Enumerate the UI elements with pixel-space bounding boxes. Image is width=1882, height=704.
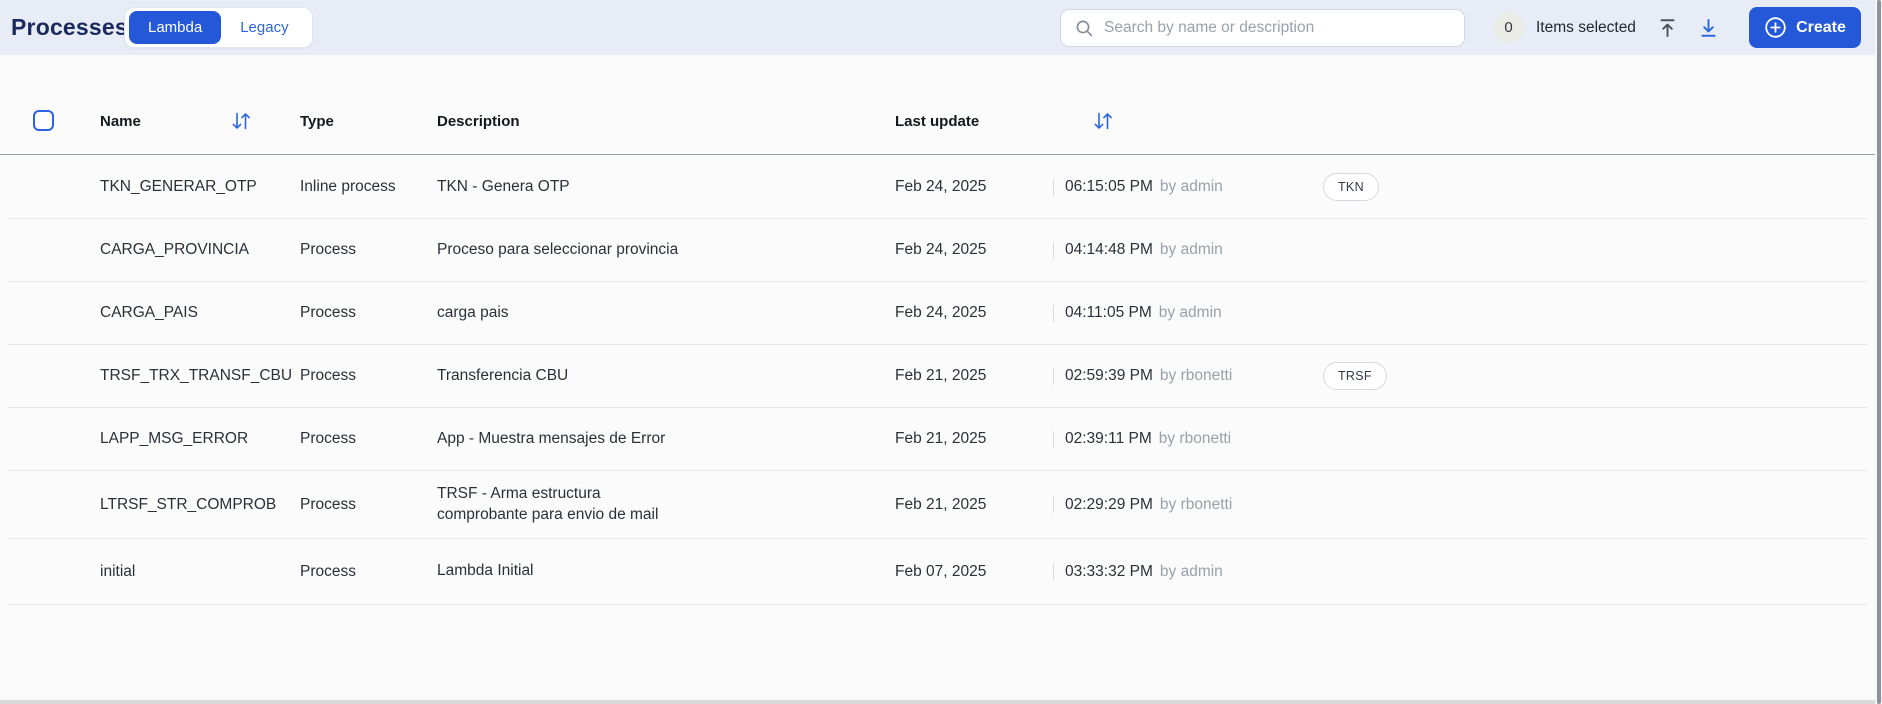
process-name: initial: [100, 562, 136, 580]
process-type: Process: [300, 495, 356, 513]
sort-last-update-button[interactable]: [1090, 109, 1116, 135]
tag-badge: TRSF: [1323, 362, 1387, 390]
process-name: CARGA_PAIS: [100, 304, 198, 321]
column-header-description: Description: [437, 113, 520, 130]
update-date: Feb 21, 2025: [895, 430, 987, 447]
update-author: by admin: [1159, 178, 1223, 195]
process-last-update: Feb 21, 2025 02:39:11 PM by rbonetti: [895, 430, 1331, 448]
horizontal-scrollbar[interactable]: [0, 700, 1882, 704]
sort-arrows-icon: [1094, 112, 1112, 130]
tag-badge: TKN: [1323, 173, 1379, 201]
process-name: LAPP_MSG_ERROR: [100, 430, 249, 447]
selected-count-badge: 0: [1493, 12, 1524, 43]
vertical-scrollbar-thumb[interactable]: [1877, 0, 1881, 704]
process-type: Process: [300, 367, 356, 384]
update-time: 02:59:39 PM: [1065, 367, 1153, 384]
process-tag-cell: TRSF: [1323, 362, 1867, 390]
upload-button[interactable]: [1651, 12, 1683, 44]
process-last-update: Feb 24, 2025 04:11:05 PM by admin: [895, 304, 1331, 322]
process-last-update: Feb 24, 2025 06:15:05 PM by admin: [895, 178, 1331, 196]
process-tag-cell: TKN: [1323, 173, 1867, 201]
table-row[interactable]: LAPP_MSG_ERROR Process App - Muestra men…: [8, 408, 1867, 471]
update-author: by rbonetti: [1159, 495, 1233, 513]
date-time-divider: [1053, 496, 1054, 513]
process-description: Lambda Initial: [437, 562, 534, 580]
search-input[interactable]: [1104, 19, 1444, 37]
process-description: App - Muestra mensajes de Error: [437, 429, 666, 447]
download-icon: [1701, 19, 1715, 37]
update-author: by admin: [1158, 304, 1222, 321]
lambda-legacy-toggle: Lambda Legacy: [124, 7, 313, 48]
update-date: Feb 24, 2025: [895, 241, 987, 258]
plus-circle-icon: [1765, 17, 1786, 38]
update-time: 03:33:32 PM: [1065, 562, 1153, 580]
process-description: carga pais: [437, 303, 509, 321]
date-time-divider: [1053, 430, 1054, 448]
process-name: TKN_GENERAR_OTP: [100, 178, 257, 195]
update-time: 02:29:29 PM: [1065, 495, 1153, 513]
process-last-update: Feb 21, 2025 02:29:29 PM by rbonetti: [895, 496, 1331, 514]
process-type: Process: [300, 241, 356, 258]
update-author: by rbonetti: [1159, 367, 1233, 384]
sort-name-button[interactable]: [228, 109, 254, 135]
create-button-label: Create: [1796, 18, 1846, 36]
process-type: Process: [300, 430, 356, 447]
process-last-update: Feb 21, 2025 02:59:39 PM by rbonetti: [895, 367, 1331, 385]
update-time: 06:15:05 PM: [1065, 178, 1153, 195]
process-last-update: Feb 07, 2025 03:33:32 PM by admin: [895, 563, 1331, 581]
process-type: Process: [300, 562, 356, 580]
table-header: Name Type Description Last update: [0, 55, 1882, 155]
tab-lambda[interactable]: Lambda: [129, 11, 222, 44]
process-description: TKN - Genera OTP: [437, 177, 570, 195]
table-row[interactable]: CARGA_PAIS Process carga pais Feb 24, 20…: [8, 282, 1867, 345]
update-time: 04:11:05 PM: [1065, 304, 1152, 321]
download-button[interactable]: [1692, 12, 1724, 44]
update-date: Feb 24, 2025: [895, 178, 987, 195]
search-box[interactable]: [1060, 9, 1465, 47]
page-title: Processes: [11, 14, 128, 40]
date-time-divider: [1053, 178, 1054, 196]
process-name: LTRSF_STR_COMPROB: [100, 495, 277, 513]
search-icon: [1076, 20, 1093, 36]
process-type: Inline process: [300, 178, 396, 195]
table-row[interactable]: TRSF_TRX_TRANSF_CBU Process Transferenci…: [8, 345, 1867, 408]
update-date: Feb 21, 2025: [895, 367, 987, 384]
process-name: CARGA_PROVINCIA: [100, 241, 250, 258]
table-row[interactable]: LTRSF_STR_COMPROB Process TRSF - Arma es…: [8, 471, 1867, 539]
vertical-scrollbar[interactable]: [1875, 0, 1882, 704]
date-time-divider: [1053, 304, 1054, 322]
update-date: Feb 07, 2025: [895, 562, 987, 580]
update-author: by admin: [1159, 562, 1223, 580]
update-time: 02:39:11 PM: [1065, 430, 1152, 447]
process-last-update: Feb 24, 2025 04:14:48 PM by admin: [895, 241, 1331, 259]
update-author: by admin: [1159, 241, 1223, 258]
update-date: Feb 21, 2025: [895, 495, 987, 513]
select-all-checkbox[interactable]: [33, 110, 54, 131]
process-name: TRSF_TRX_TRANSF_CBU: [100, 367, 293, 384]
table-row[interactable]: TKN_GENERAR_OTP Inline process TKN - Gen…: [8, 156, 1867, 219]
tab-legacy[interactable]: Legacy: [221, 11, 307, 44]
table-row[interactable]: CARGA_PROVINCIA Process Proceso para sel…: [8, 219, 1867, 282]
top-bar: Processes Lambda Legacy 0 Items selected…: [0, 0, 1882, 55]
items-selected-label: Items selected: [1536, 18, 1636, 36]
upload-icon: [1660, 19, 1674, 37]
create-button[interactable]: Create: [1749, 7, 1861, 48]
date-time-divider: [1053, 367, 1054, 385]
column-header-type: Type: [300, 113, 334, 130]
process-description: Transferencia CBU: [437, 366, 569, 384]
process-description: TRSF - Arma estructura comprobante para …: [437, 485, 659, 523]
process-description: Proceso para seleccionar provincia: [437, 240, 679, 258]
update-date: Feb 24, 2025: [895, 304, 987, 321]
date-time-divider: [1053, 241, 1054, 259]
column-header-name: Name: [100, 113, 141, 130]
table-row[interactable]: initial Process Lambda Initial Feb 07, 2…: [8, 539, 1867, 605]
date-time-divider: [1053, 563, 1054, 580]
process-table-body: TKN_GENERAR_OTP Inline process TKN - Gen…: [0, 156, 1882, 605]
sort-arrows-icon: [232, 112, 250, 130]
update-author: by rbonetti: [1158, 430, 1232, 447]
process-type: Process: [300, 304, 356, 321]
update-time: 04:14:48 PM: [1065, 241, 1153, 258]
column-header-last-update: Last update: [895, 113, 980, 130]
